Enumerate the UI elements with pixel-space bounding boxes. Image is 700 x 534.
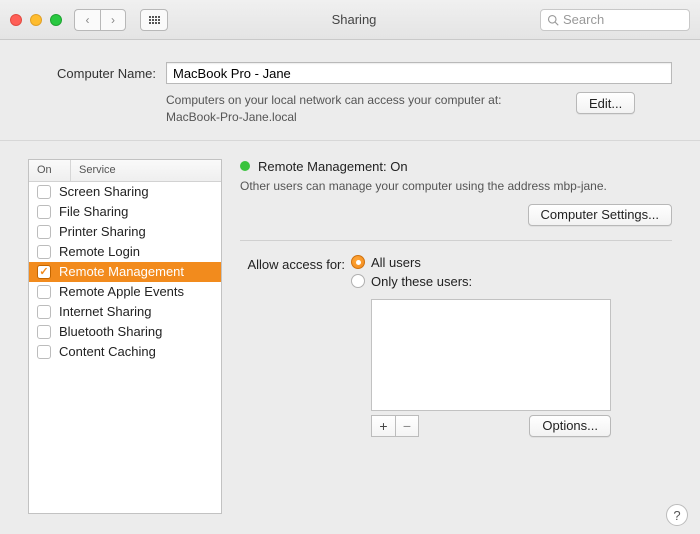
service-checkbox[interactable] <box>37 345 51 359</box>
remove-user-button: − <box>395 415 419 437</box>
window-controls <box>10 14 62 26</box>
help-button[interactable]: ? <box>666 504 688 526</box>
status-title: Remote Management: On <box>258 159 408 174</box>
service-label: Printer Sharing <box>59 224 146 239</box>
service-row-remote-apple-events[interactable]: Remote Apple Events <box>29 282 221 302</box>
service-row-printer-sharing[interactable]: Printer Sharing <box>29 222 221 242</box>
status-dot-icon <box>240 161 250 171</box>
search-placeholder: Search <box>563 12 604 27</box>
allow-access-label: Allow access for: <box>240 255 345 272</box>
service-checkbox[interactable] <box>37 265 51 279</box>
detail-pane: Remote Management: On Other users can ma… <box>240 159 672 514</box>
service-checkbox[interactable] <box>37 225 51 239</box>
grid-icon <box>149 16 160 24</box>
window-title: Sharing <box>176 12 532 27</box>
service-checkbox[interactable] <box>37 245 51 259</box>
header-service: Service <box>71 160 221 181</box>
computer-settings-button[interactable]: Computer Settings... <box>528 204 673 226</box>
service-label: Remote Apple Events <box>59 284 184 299</box>
back-button[interactable]: ‹ <box>74 9 100 31</box>
radio-only-these-users[interactable]: Only these users: <box>351 274 611 289</box>
search-input[interactable]: Search <box>540 9 690 31</box>
service-list-header: On Service <box>29 160 221 182</box>
computer-name-field[interactable] <box>166 62 672 84</box>
desc-line2: MacBook-Pro-Jane.local <box>166 109 566 126</box>
radio-all-users[interactable]: All users <box>351 255 611 270</box>
service-checkbox[interactable] <box>37 205 51 219</box>
user-list[interactable] <box>371 299 611 411</box>
status-desc: Other users can manage your computer usi… <box>240 178 672 194</box>
service-label: Remote Login <box>59 244 140 259</box>
radio-only-label: Only these users: <box>371 274 472 289</box>
service-checkbox[interactable] <box>37 325 51 339</box>
add-user-button[interactable]: + <box>371 415 395 437</box>
service-row-bluetooth-sharing[interactable]: Bluetooth Sharing <box>29 322 221 342</box>
radio-on-icon <box>351 255 365 269</box>
nav-buttons: ‹ › <box>74 9 126 31</box>
service-label: Bluetooth Sharing <box>59 324 162 339</box>
zoom-icon[interactable] <box>50 14 62 26</box>
computer-name-section: Computer Name: Computers on your local n… <box>0 40 700 141</box>
forward-button[interactable]: › <box>100 9 126 31</box>
service-row-remote-login[interactable]: Remote Login <box>29 242 221 262</box>
service-checkbox[interactable] <box>37 305 51 319</box>
search-icon <box>547 14 559 26</box>
titlebar: ‹ › Sharing Search <box>0 0 700 40</box>
show-all-button[interactable] <box>140 9 168 31</box>
service-row-content-caching[interactable]: Content Caching <box>29 342 221 362</box>
service-checkbox[interactable] <box>37 185 51 199</box>
service-checkbox[interactable] <box>37 285 51 299</box>
service-label: Content Caching <box>59 344 156 359</box>
minimize-icon[interactable] <box>30 14 42 26</box>
desc-line1: Computers on your local network can acce… <box>166 92 566 109</box>
service-row-remote-management[interactable]: Remote Management <box>29 262 221 282</box>
computer-name-label: Computer Name: <box>28 66 156 81</box>
computer-name-desc: Computers on your local network can acce… <box>166 92 566 126</box>
header-on: On <box>29 160 71 181</box>
service-label: Internet Sharing <box>59 304 152 319</box>
edit-button[interactable]: Edit... <box>576 92 635 114</box>
service-row-file-sharing[interactable]: File Sharing <box>29 202 221 222</box>
radio-off-icon <box>351 274 365 288</box>
service-label: Remote Management <box>59 264 184 279</box>
service-row-screen-sharing[interactable]: Screen Sharing <box>29 182 221 202</box>
service-label: Screen Sharing <box>59 184 149 199</box>
service-list: On Service Screen Sharing File Sharing Pri… <box>28 159 222 514</box>
options-button[interactable]: Options... <box>529 415 611 437</box>
service-label: File Sharing <box>59 204 128 219</box>
close-icon[interactable] <box>10 14 22 26</box>
radio-all-label: All users <box>371 255 421 270</box>
service-row-internet-sharing[interactable]: Internet Sharing <box>29 302 221 322</box>
divider <box>240 240 672 241</box>
